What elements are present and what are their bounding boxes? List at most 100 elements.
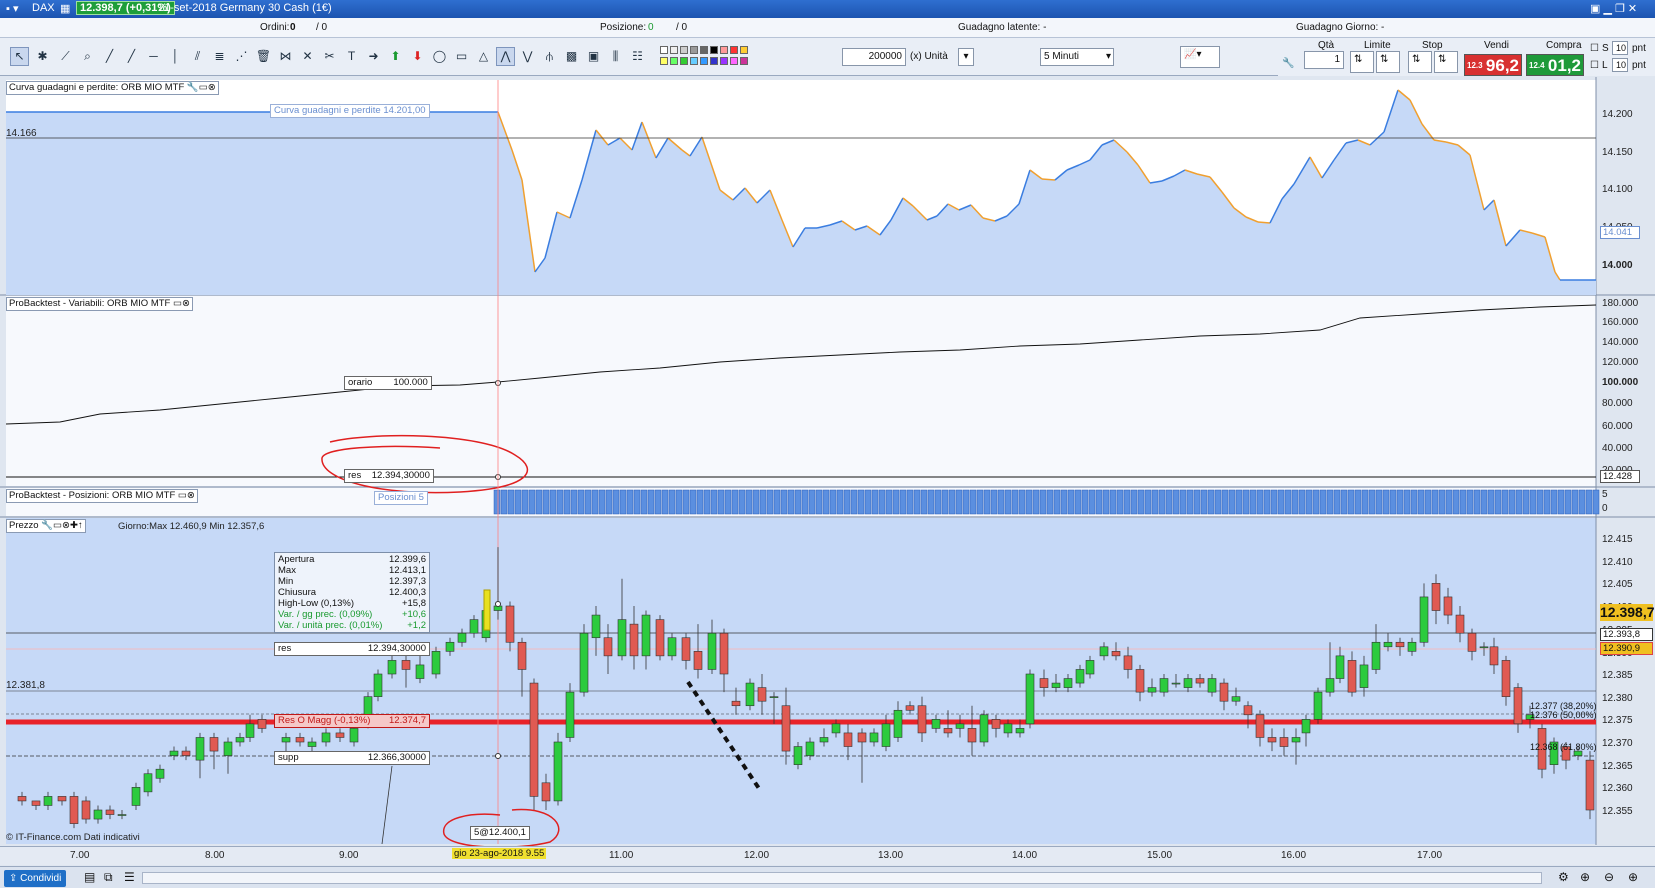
vertical-line-icon[interactable]: │ (166, 47, 185, 66)
limit-buy-button[interactable]: ⇅ (1350, 51, 1374, 73)
time-axis[interactable]: 7.00 8.00 9.00 11.00 12.00 13.00 14.00 15.00 16.… (0, 846, 1655, 865)
position-label: Posizione: (600, 22, 647, 33)
limit-points-input[interactable]: 10 (1612, 58, 1628, 72)
color-swatch[interactable] (710, 46, 718, 54)
candle-body (431, 651, 441, 675)
chart-type-icon[interactable]: ☷ (628, 47, 647, 66)
variables-panel-header[interactable]: ProBacktest - Variabili: ORB MIO MTF ▭⊗ (6, 297, 193, 311)
qty-input[interactable]: 1 (1304, 51, 1344, 69)
ellipse-icon[interactable]: ◯ (430, 47, 449, 66)
color-swatch[interactable] (690, 57, 698, 65)
position-bar (1186, 489, 1194, 515)
zoom-out-icon[interactable]: ⊖ (1604, 870, 1614, 884)
quantity-input[interactable]: 200000 (842, 48, 906, 66)
color-swatch[interactable] (710, 57, 718, 65)
position-bar (1557, 489, 1565, 515)
color-swatch[interactable] (700, 57, 708, 65)
color-swatch[interactable] (720, 57, 728, 65)
color-swatch[interactable] (740, 57, 748, 65)
window-buttons[interactable]: ▣ ▁ ❐ ✕ (1590, 2, 1637, 15)
sell-button[interactable]: 12.3 96,2 (1464, 54, 1522, 76)
wrench-icon[interactable]: 🔧 (1282, 58, 1294, 69)
positions-panel-header[interactable]: ProBacktest - Posizioni: ORB MIO MTF ▭⊗ (6, 489, 198, 503)
color-swatch[interactable] (660, 57, 668, 65)
color-swatch[interactable] (740, 46, 748, 54)
ruler-icon[interactable]: ⟋ (56, 47, 75, 66)
app-menu-icon[interactable]: ▪ ▾ (6, 2, 18, 15)
zoom-icon[interactable]: ⌕ (78, 47, 97, 66)
trend-icon[interactable]: ⋰ (232, 47, 251, 66)
stop-buy-button[interactable]: ⇅ (1408, 51, 1432, 73)
color-swatch[interactable] (730, 57, 738, 65)
color-swatch[interactable] (670, 46, 678, 54)
color-swatch[interactable] (720, 46, 728, 54)
instrument-description: 21-set-2018 Germany 30 Cash (1€) (158, 2, 332, 14)
buy-button[interactable]: 12.4 01,2 (1526, 54, 1584, 76)
zoom-in-icon[interactable]: ⊕ (1628, 870, 1638, 884)
horizontal-line-icon[interactable]: ─ (144, 47, 163, 66)
rectangle-icon[interactable]: ▭ (452, 47, 471, 66)
channel-icon[interactable]: ⫽ (188, 47, 207, 66)
color-swatch[interactable] (680, 57, 688, 65)
limit-label: Limite (1364, 40, 1391, 51)
price-panel-header[interactable]: Prezzo 🔧▭⊗✚↑ (6, 519, 86, 533)
position-bar (500, 489, 508, 515)
time-tick-label: 14.00 (1012, 850, 1038, 861)
box-icon[interactable]: ▣ (584, 47, 603, 66)
scissor-icon[interactable]: ✂ (320, 47, 339, 66)
arrow-up-icon[interactable]: ⬆ (386, 47, 405, 66)
cross-icon[interactable]: ✕ (298, 47, 317, 66)
bars-icon[interactable]: ⫼ (606, 47, 625, 66)
grid-icon[interactable]: ▦ (60, 2, 70, 15)
ray-icon[interactable]: ╱ (122, 47, 141, 66)
color-swatch[interactable] (730, 46, 738, 54)
pointer-icon[interactable]: ↖ (10, 47, 29, 66)
tooltip-row: Min 12.397,3 (278, 576, 426, 587)
zoom-fit-icon[interactable]: ⊕ (1580, 870, 1590, 884)
timeframe-select[interactable]: 5 Minuti ▾ (1040, 48, 1114, 66)
chart-style-icon[interactable]: 📈▾ (1180, 46, 1220, 68)
line-icon[interactable]: ╱ (100, 47, 119, 66)
triangle-icon[interactable]: △ (474, 47, 493, 66)
qty-label: Qtà (1318, 40, 1335, 51)
text-icon[interactable]: T (342, 47, 361, 66)
chart-settings-icon[interactable]: ⚙ (1558, 870, 1569, 884)
share-button[interactable]: ⇪ Condividi (4, 870, 67, 887)
magnet-icon[interactable]: ⋈ (276, 47, 295, 66)
instrument-name[interactable]: DAX (32, 2, 55, 14)
color-palette[interactable] (660, 46, 792, 68)
list-icon[interactable]: ☰ (124, 870, 135, 884)
screenshot-icon[interactable]: ⧉ (104, 870, 113, 885)
position-bar (1473, 489, 1481, 515)
candle-body (257, 719, 267, 729)
color-swatch[interactable] (680, 46, 688, 54)
color-swatch[interactable] (700, 46, 708, 54)
alert-icon[interactable]: ✱ (33, 47, 52, 66)
pattern-icon[interactable]: ⋀ (496, 47, 515, 66)
trash-icon[interactable]: 🗑 (254, 47, 273, 66)
fibonacci-icon[interactable]: ≣ (210, 47, 229, 66)
pitchfork-icon[interactable]: ⫛ (540, 47, 559, 66)
limit-checkbox[interactable]: ☐ (1590, 60, 1599, 71)
limit-sell-button[interactable]: ⇅ (1376, 51, 1400, 73)
stop-sell-button[interactable]: ⇅ (1434, 51, 1458, 73)
color-swatch[interactable] (690, 46, 698, 54)
status-bar: ⇪ Condividi ▤ ⧉ ☰ ⚙ ⊕ ⊖ ⊕ (0, 866, 1655, 888)
horizontal-scrollbar[interactable] (142, 872, 1542, 884)
candle-body (401, 660, 411, 670)
color-swatch[interactable] (670, 57, 678, 65)
arrow-down-icon[interactable]: ⬇ (408, 47, 427, 66)
zigzag-icon[interactable]: ⋁ (518, 47, 537, 66)
print-icon[interactable]: ▤ (84, 870, 95, 884)
chart-area[interactable]: 14.20014.15014.10014.05014.000180.000160… (0, 77, 1655, 847)
arrow-right-icon[interactable]: ➜ (364, 47, 383, 66)
position-bar (1312, 489, 1320, 515)
position-bar (1291, 489, 1299, 515)
unit-dropdown-icon[interactable]: ▾ (958, 48, 974, 66)
stop-points-input[interactable]: 10 (1612, 41, 1628, 55)
grid-pattern-icon[interactable]: ▩ (562, 47, 581, 66)
candle-body (1171, 682, 1181, 685)
color-swatch[interactable] (660, 46, 668, 54)
pnl-panel-header[interactable]: Curva guadagni e perdite: ORB MIO MTF 🔧▭… (6, 81, 219, 95)
stop-checkbox[interactable]: ☐ (1590, 43, 1599, 54)
